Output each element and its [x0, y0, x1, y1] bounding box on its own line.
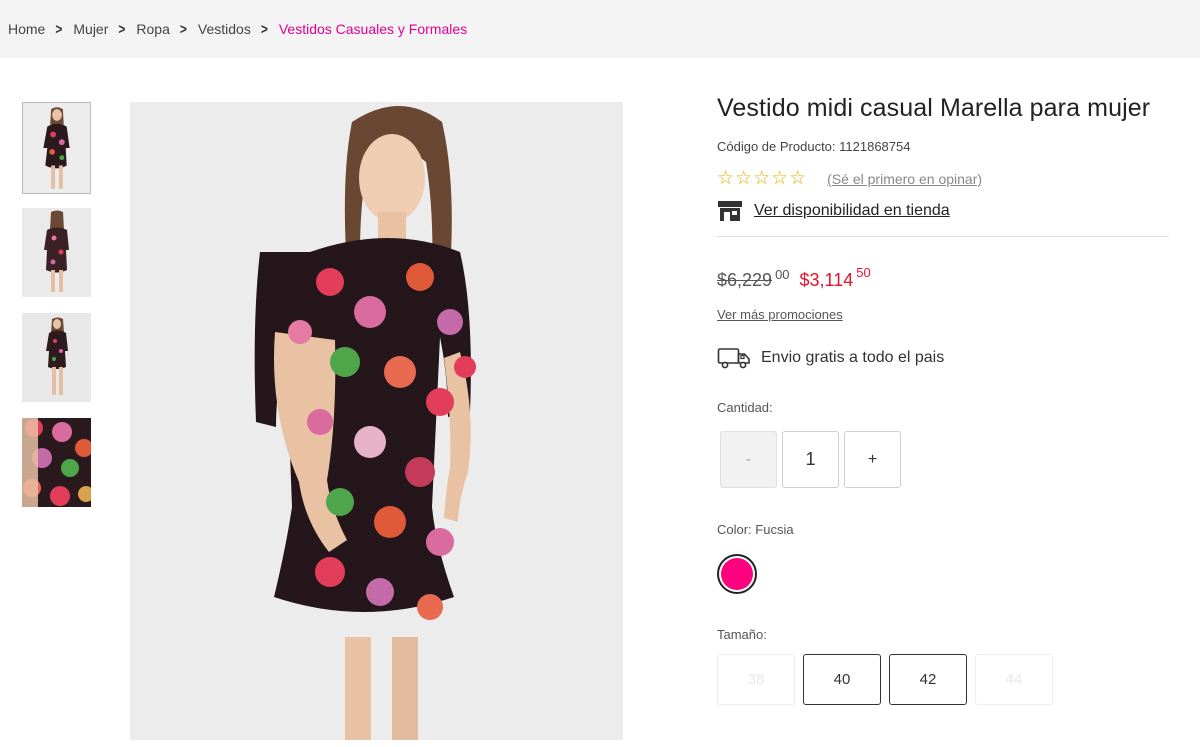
size-option-38: 38: [717, 654, 795, 705]
breadcrumb: Home > Mujer > Ropa > Vestidos > Vestido…: [0, 0, 1200, 58]
star-rating-icon: ☆☆☆☆☆: [717, 168, 808, 189]
chevron-right-icon: >: [260, 20, 268, 38]
store-availability-link[interactable]: Ver disponibilidad en tienda: [754, 202, 950, 220]
thumbnail-4[interactable]: [22, 418, 91, 507]
truck-icon: [717, 348, 750, 369]
sale-price-cents: 50: [856, 265, 871, 280]
thumbnail-3[interactable]: [22, 313, 91, 402]
rating-row: ☆☆☆☆☆ (Sé el primero en opinar): [717, 167, 1169, 190]
breadcrumb-mujer[interactable]: Mujer: [73, 21, 108, 37]
thumbnail-2[interactable]: [22, 208, 91, 297]
quantity-value: 1: [805, 449, 816, 469]
size-options: 38 40 42 44: [717, 654, 1169, 705]
size-option-40[interactable]: 40: [803, 654, 881, 705]
product-main-image[interactable]: [130, 102, 623, 740]
thumbnail-gallery: [22, 102, 91, 523]
product-photo-detail: [22, 418, 91, 507]
product-photo-side: [22, 313, 91, 402]
breadcrumb-current[interactable]: Vestidos Casuales y Formales: [279, 21, 467, 37]
quantity-label: Cantidad:: [717, 400, 773, 415]
quantity-increase-button[interactable]: +: [844, 431, 901, 488]
breadcrumb-vestidos[interactable]: Vestidos: [198, 21, 251, 37]
write-review-link[interactable]: (Sé el primero en opinar): [827, 171, 982, 187]
divider: [717, 236, 1169, 237]
product-photo-main: [130, 102, 623, 740]
breadcrumb-home[interactable]: Home: [8, 21, 45, 37]
original-price-cents: 00: [775, 267, 790, 282]
breadcrumb-ropa[interactable]: Ropa: [136, 21, 169, 37]
color-label: Color: Fucsia: [717, 522, 794, 537]
chevron-right-icon: >: [179, 20, 187, 38]
free-shipping: Envio gratis a todo el pais: [717, 346, 1169, 370]
quantity-input[interactable]: 1: [782, 431, 839, 488]
more-promotions-link[interactable]: Ver más promociones: [717, 307, 843, 322]
product-photo-back: [22, 208, 91, 297]
chevron-right-icon: >: [55, 20, 63, 38]
quantity-decrease-button[interactable]: -: [720, 431, 777, 488]
shipping-text: Envio gratis a todo el pais: [761, 349, 945, 366]
store-availability: Ver disponibilidad en tienda: [717, 200, 1169, 222]
chevron-right-icon: >: [118, 20, 126, 38]
size-option-44: 44: [975, 654, 1053, 705]
product-info-panel: Vestido midi casual Marella para mujer C…: [717, 94, 1169, 705]
size-option-42[interactable]: 42: [889, 654, 967, 705]
sale-price: $3,114: [799, 270, 854, 290]
quantity-stepper: - 1 +: [720, 431, 1169, 488]
price-block: $6,229 00 $3,114 50: [717, 265, 1169, 291]
thumbnail-1[interactable]: [22, 102, 91, 194]
size-label: Tamaño:: [717, 627, 767, 642]
color-swatch-fill: [721, 558, 753, 590]
product-title: Vestido midi casual Marella para mujer: [717, 94, 1151, 122]
store-icon: [718, 201, 742, 221]
product-photo-front: [23, 103, 90, 193]
product-code: Código de Producto: 1121868754: [717, 139, 911, 154]
color-swatch-fucsia[interactable]: [717, 554, 757, 594]
original-price: $6,229: [717, 270, 773, 290]
